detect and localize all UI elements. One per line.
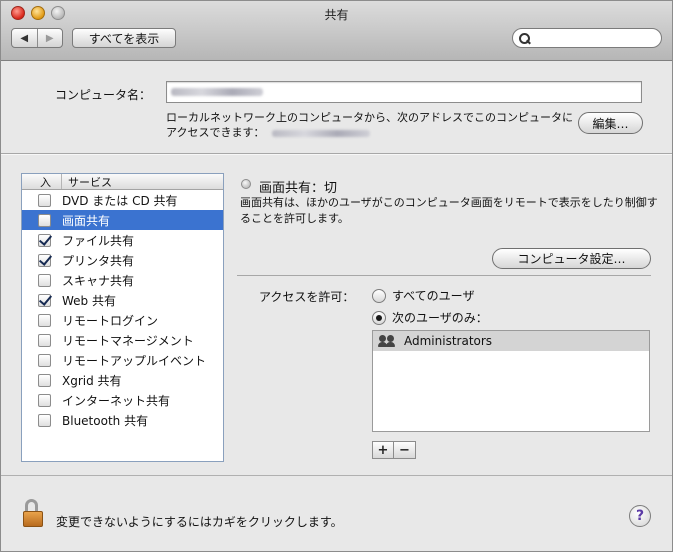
computer-name-field[interactable] [166, 81, 642, 103]
service-checkbox[interactable] [38, 353, 51, 367]
service-status: 画面共有：切 [259, 181, 338, 196]
service-row-remote-management[interactable]: リモートマネージメント [22, 330, 223, 350]
service-row-remote-login[interactable]: リモートログイン [22, 310, 223, 330]
access-only-label: 次のユーザのみ： [392, 311, 488, 325]
address-prefix: アクセスできます： [166, 126, 265, 139]
status-indicator-icon [241, 179, 251, 189]
service-label: Xgrid 共有 [62, 373, 122, 388]
service-label: Web 共有 [62, 293, 116, 308]
redacted-computer-name [171, 88, 263, 96]
forward-button[interactable]: ▶ [36, 29, 63, 47]
lock-icon[interactable] [23, 499, 45, 529]
toolbar: 共有 ◀ ▶ すべてを表示 [1, 1, 672, 61]
column-header-on[interactable]: 入 [22, 174, 62, 189]
access-all-label: すべてのユーザ [392, 289, 475, 303]
service-list-header: 入 サービス [22, 174, 223, 190]
service-checkbox[interactable] [38, 373, 51, 387]
service-description: 画面共有は、ほかのユーザがこのコンピュータ画面をリモートで表示をしたり制御するこ… [240, 196, 658, 225]
service-checkbox[interactable] [38, 233, 51, 247]
allowed-users-list: Administrators [372, 330, 650, 432]
service-label: リモートログイン [62, 313, 159, 328]
divider-highlight [1, 154, 672, 155]
forward-arrow-icon: ▶ [45, 32, 54, 44]
back-button[interactable]: ◀ [12, 29, 37, 47]
edit-button[interactable]: 編集… [578, 112, 643, 134]
service-checkbox[interactable] [38, 393, 51, 407]
computer-name-label: コンピュータ名： [55, 88, 152, 102]
access-only-users-option[interactable]: 次のユーザのみ： [372, 309, 488, 326]
service-label: 画面共有 [62, 213, 111, 228]
back-arrow-icon: ◀ [20, 32, 29, 44]
sharing-window: 共有 ◀ ▶ すべてを表示 コンピュータ名： ローカルネットワーク上のコンピュー… [0, 0, 673, 552]
service-checkbox[interactable] [38, 253, 51, 267]
service-label: DVD または CD 共有 [62, 193, 178, 208]
access-label: アクセスを許可： [259, 290, 355, 304]
service-row-remote-apple-events[interactable]: リモートアップルイベント [22, 350, 223, 370]
service-row-internet-sharing[interactable]: インターネット共有 [22, 390, 223, 410]
group-icon [378, 335, 396, 347]
service-label: スキャナ共有 [62, 273, 135, 288]
footer-divider [1, 475, 672, 476]
back-forward-control: ◀ ▶ [11, 28, 63, 48]
access-only-radio[interactable] [372, 310, 386, 325]
service-checkbox[interactable] [38, 413, 51, 427]
service-row-dvd[interactable]: DVD または CD 共有 [22, 190, 223, 210]
address-description: ローカルネットワーク上のコンピュータから、次のアドレスでこのコンピュータに [166, 111, 573, 124]
service-row-file-sharing[interactable]: ファイル共有 [22, 230, 223, 250]
help-button[interactable]: ? [629, 505, 651, 527]
search-input[interactable] [534, 31, 654, 45]
add-user-button[interactable]: + [372, 441, 394, 459]
service-checkbox[interactable] [38, 193, 51, 207]
search-icon [519, 32, 530, 44]
computer-settings-button[interactable]: コンピュータ設定… [492, 248, 651, 269]
service-row-bluetooth-sharing[interactable]: Bluetooth 共有 [22, 410, 223, 430]
service-checkbox[interactable] [38, 273, 51, 287]
window-title: 共有 [324, 8, 349, 22]
service-checkbox[interactable] [38, 313, 51, 327]
access-all-radio[interactable] [372, 288, 386, 303]
show-all-button[interactable]: すべてを表示 [72, 28, 176, 48]
service-label: リモートマネージメント [62, 333, 194, 348]
service-checkbox[interactable] [38, 293, 51, 307]
service-row-scanner-sharing[interactable]: スキャナ共有 [22, 270, 223, 290]
address-line: アクセスできます： [166, 124, 370, 140]
service-label: ファイル共有 [62, 233, 135, 248]
search-field[interactable] [512, 28, 662, 48]
service-row-screen-sharing[interactable]: 画面共有 [22, 210, 223, 230]
service-label: Bluetooth 共有 [62, 413, 149, 428]
access-all-users-option[interactable]: すべてのユーザ [372, 287, 474, 304]
detail-divider [237, 275, 651, 276]
service-label: プリンタ共有 [62, 253, 135, 268]
service-checkbox[interactable] [38, 213, 51, 227]
column-header-service[interactable]: サービス [62, 174, 112, 190]
service-list: 入 サービス DVD または CD 共有 画面共有 ファイル共有 プリンタ共有 … [21, 173, 224, 462]
service-row-printer-sharing[interactable]: プリンタ共有 [22, 250, 223, 270]
service-checkbox[interactable] [38, 333, 51, 347]
redacted-address [271, 129, 370, 137]
remove-user-button[interactable]: − [394, 441, 416, 459]
list-item[interactable]: Administrators [373, 331, 649, 351]
add-remove-control: + − [372, 441, 416, 459]
lock-message: 変更できないようにするにはカギをクリックします。 [56, 515, 343, 529]
service-row-xgrid-sharing[interactable]: Xgrid 共有 [22, 370, 223, 390]
service-label: インターネット共有 [62, 393, 171, 408]
service-label: リモートアップルイベント [62, 353, 207, 368]
user-label: Administrators [404, 334, 493, 348]
service-row-web-sharing[interactable]: Web 共有 [22, 290, 223, 310]
